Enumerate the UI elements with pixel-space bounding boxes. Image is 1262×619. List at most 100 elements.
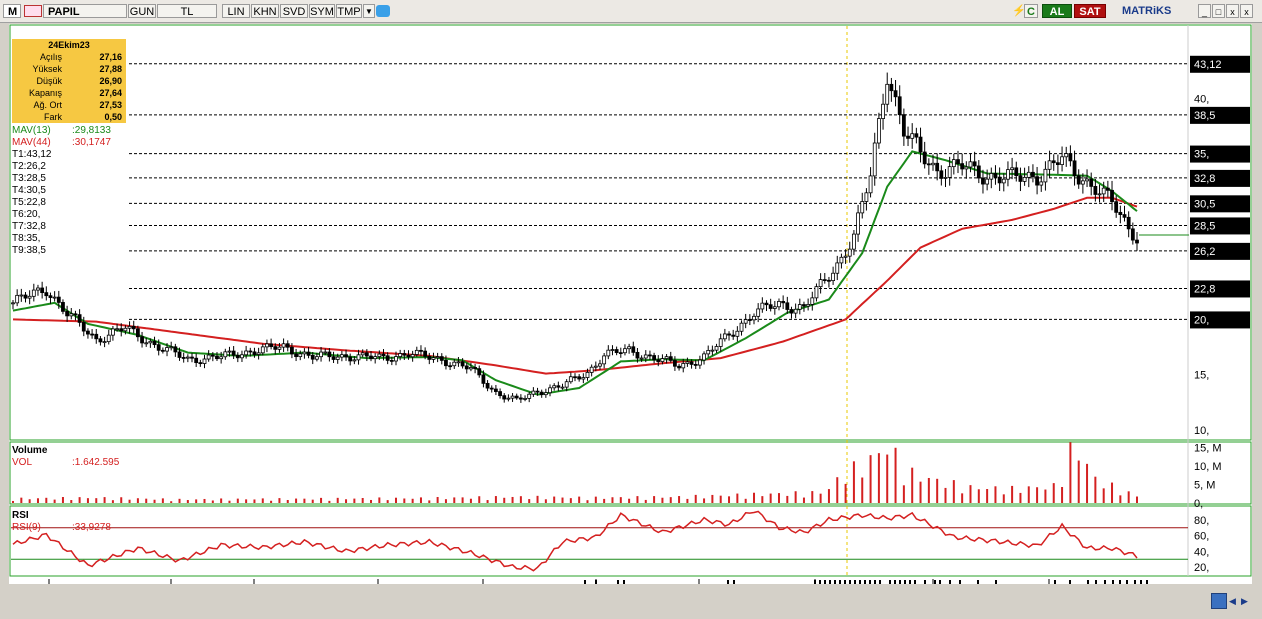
volume-bar: [603, 498, 606, 503]
candle-body: [381, 353, 386, 357]
candle-body: [606, 349, 611, 357]
ohlc-row-value: 26,90: [99, 76, 122, 86]
candle-body: [240, 354, 244, 359]
refresh-button[interactable]: C: [1024, 4, 1038, 18]
volume-bar: [1027, 486, 1030, 503]
candle-body: [901, 114, 906, 137]
volume-bar: [919, 481, 922, 503]
candle-body: [614, 349, 619, 354]
candle-body: [302, 351, 307, 355]
volume-bar: [986, 489, 989, 503]
candle-body: [352, 359, 357, 362]
maximize-button[interactable]: □: [1212, 4, 1225, 18]
candle-body: [714, 346, 719, 351]
volume-bar: [569, 498, 572, 503]
candle-body: [610, 349, 615, 351]
candle-body: [19, 294, 24, 297]
candle-body: [964, 166, 969, 170]
candle-body: [1085, 178, 1089, 182]
volume-bar: [12, 500, 14, 503]
volume-bar: [744, 498, 747, 503]
bottom-bar: ◀ ▶: [0, 586, 1262, 619]
ohlc-row-label: Yüksek: [32, 64, 62, 74]
candle-body: [406, 354, 411, 358]
close-button[interactable]: x: [1226, 4, 1239, 18]
candle-body: [61, 302, 65, 312]
event-mark: [889, 580, 891, 584]
candle-body: [631, 346, 636, 353]
chart-type-icon[interactable]: [24, 5, 42, 17]
currency-button[interactable]: TL: [157, 4, 217, 18]
extra-close-button[interactable]: x: [1240, 4, 1253, 18]
volume-bar: [578, 496, 581, 503]
volume-bar: [877, 453, 880, 503]
ohlc-row: Ağ. Ort 27,53: [12, 99, 126, 111]
candle-body: [90, 333, 94, 336]
price-level-value: 30,5: [1194, 198, 1215, 210]
volume-bar: [519, 496, 522, 503]
volume-bar: [20, 497, 23, 503]
ohlc-row: Açılış 27,16: [12, 51, 126, 63]
tmp-button[interactable]: TMP: [336, 4, 362, 18]
mav44-label: MAV(44): [12, 137, 51, 148]
buy-button[interactable]: AL: [1042, 4, 1072, 18]
candle-body: [772, 306, 777, 309]
symbol-field[interactable]: PAPIL: [43, 4, 127, 18]
candle-body: [1001, 178, 1006, 184]
candle-body: [510, 395, 515, 399]
candle-body: [410, 354, 415, 358]
price-axis-label: 10,: [1194, 425, 1209, 437]
candle-body: [173, 346, 178, 353]
volume-bar: [944, 487, 947, 503]
volume-bar: [1127, 491, 1130, 503]
candle-body: [1031, 171, 1035, 178]
lightning-icon[interactable]: ⚡: [1012, 5, 1026, 17]
candle-body: [989, 173, 994, 180]
candle-body: [94, 333, 99, 340]
volume-bar: [852, 461, 855, 503]
minimize-button[interactable]: _: [1198, 4, 1211, 18]
event-mark: [854, 580, 856, 584]
sym-button[interactable]: SYM: [309, 4, 335, 18]
sell-button[interactable]: SAT: [1074, 4, 1106, 18]
dropdown-arrow-icon[interactable]: ▼: [363, 4, 375, 18]
candle-body: [543, 392, 548, 396]
candle-body: [589, 366, 594, 373]
rsi-axis-label: 80,: [1194, 515, 1209, 527]
candle-body: [198, 362, 203, 365]
volume-bar: [403, 498, 406, 503]
candle-body: [797, 304, 802, 310]
event-mark: [814, 580, 816, 584]
event-mark: [1126, 580, 1128, 584]
khn-button[interactable]: KHN: [251, 4, 279, 18]
candle-body: [398, 353, 403, 357]
level-label: T1:43,12: [12, 149, 52, 160]
svd-button[interactable]: SVD: [280, 4, 308, 18]
settings-icon[interactable]: [1211, 593, 1227, 609]
candle-body: [598, 363, 602, 367]
chart-panel[interactable]: Oca23Þub23Mar23Nis23May23Haz23Tem23Ağu23…: [9, 24, 1252, 584]
linear-button[interactable]: LIN: [222, 4, 250, 18]
volume-bar: [694, 494, 697, 503]
candle-body: [1135, 239, 1139, 244]
logo-button[interactable]: M: [3, 4, 21, 18]
scroll-right-icon[interactable]: ▶: [1241, 596, 1251, 606]
scroll-left-icon[interactable]: ◀: [1229, 596, 1239, 606]
volume-bar: [111, 500, 114, 503]
candle-body: [822, 279, 827, 282]
candle-body: [839, 256, 844, 264]
candle-body: [160, 349, 165, 352]
twitter-icon[interactable]: [376, 5, 390, 17]
period-button[interactable]: GUN: [128, 4, 156, 18]
chart-svg[interactable]: Oca23Þub23Mar23Nis23May23Haz23Tem23Ağu23…: [9, 24, 1252, 584]
candle-body: [15, 294, 20, 304]
candle-body: [668, 356, 673, 361]
candle-body: [485, 382, 490, 389]
candle-body: [539, 391, 544, 396]
volume-bar: [411, 498, 414, 503]
volume-bar: [286, 499, 289, 503]
candle-body: [356, 354, 361, 361]
candle-body: [623, 348, 627, 354]
candle-body: [256, 352, 261, 355]
volume-bar: [28, 499, 31, 503]
